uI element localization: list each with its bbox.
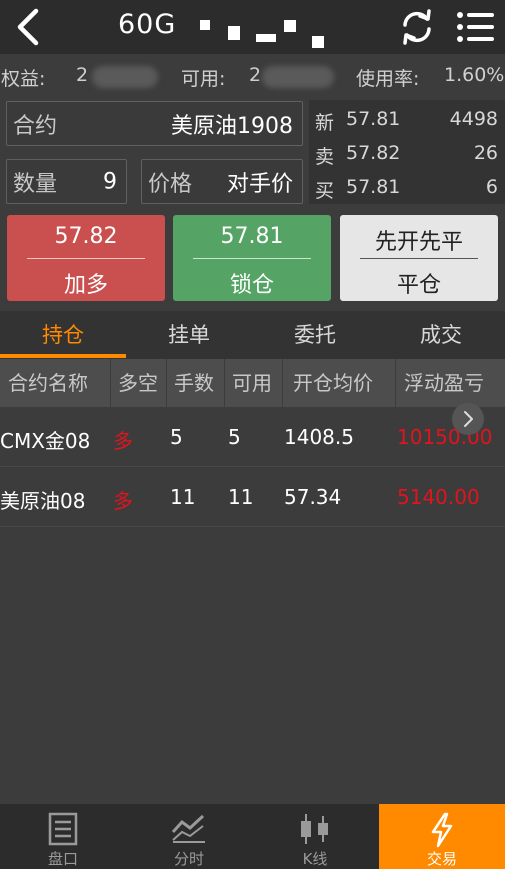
cell-pnl: 5140.00 bbox=[397, 485, 480, 509]
quote-row-bid: 买 57.81 6 bbox=[309, 170, 505, 204]
usage-label: 使用率: bbox=[356, 68, 420, 90]
col-contract: 合约名称 bbox=[0, 359, 111, 407]
col-available: 可用 bbox=[225, 359, 283, 407]
nav-label: K线 bbox=[302, 850, 328, 868]
active-tab-indicator bbox=[0, 354, 126, 358]
quote-label: 买 bbox=[315, 180, 335, 202]
available-redacted bbox=[262, 66, 334, 88]
nav-kline[interactable]: K线 bbox=[252, 804, 378, 869]
chevron-right-icon bbox=[464, 411, 473, 427]
page-title: 60G bbox=[118, 9, 177, 40]
close-label: 平仓 bbox=[396, 273, 441, 298]
refresh-icon[interactable] bbox=[398, 9, 436, 45]
quantity-field[interactable]: 数量 9 bbox=[6, 159, 127, 204]
nav-intraday[interactable]: 分时 bbox=[126, 804, 252, 869]
equity-label: 权益: bbox=[1, 68, 46, 90]
price-label: 价格 bbox=[148, 171, 193, 197]
quote-row-last: 新 57.81 4498 bbox=[309, 102, 505, 136]
tab-orders[interactable]: 委托 bbox=[252, 311, 378, 359]
cell-available: 11 bbox=[228, 485, 254, 509]
bottom-nav: 盘口 分时 K线 交易 bbox=[0, 804, 505, 869]
table-row[interactable]: CMX金08 多 5 5 1408.5 10150.00 bbox=[0, 407, 505, 467]
tab-trades[interactable]: 成交 bbox=[378, 311, 504, 359]
tab-bar: 持仓 挂单 委托 成交 bbox=[0, 311, 505, 359]
quote-price: 57.81 bbox=[346, 176, 401, 198]
cell-lots: 11 bbox=[170, 485, 196, 509]
quote-volume: 4498 bbox=[449, 108, 498, 130]
cell-avg-price: 1408.5 bbox=[284, 425, 354, 449]
tab-positions[interactable]: 持仓 bbox=[0, 311, 126, 359]
cell-contract: CMX金08 bbox=[0, 429, 91, 453]
price-field[interactable]: 价格 对手价 bbox=[141, 159, 303, 204]
nav-label: 盘口 bbox=[47, 850, 78, 868]
quantity-label: 数量 bbox=[13, 171, 58, 197]
nav-label: 交易 bbox=[426, 850, 457, 868]
col-side: 多空 bbox=[111, 359, 167, 407]
quote-panel: 新 57.81 4498 卖 57.82 26 买 57.81 6 bbox=[309, 100, 505, 204]
equity-value: 2 bbox=[76, 64, 89, 86]
nav-label: 分时 bbox=[173, 850, 204, 868]
col-pnl: 浮动盈亏 bbox=[404, 371, 484, 395]
quote-price: 57.82 bbox=[346, 142, 401, 164]
quote-volume: 26 bbox=[473, 142, 498, 164]
top-bar: 60G bbox=[0, 0, 505, 54]
usage-value: 1.60% bbox=[444, 64, 505, 86]
quote-volume: 6 bbox=[485, 176, 498, 198]
quote-row-ask: 卖 57.82 26 bbox=[309, 136, 505, 170]
available-label: 可用: bbox=[181, 68, 226, 90]
line-chart-icon bbox=[171, 814, 205, 843]
contract-value: 美原油1908 bbox=[171, 113, 293, 139]
col-avg-price: 开仓均价 bbox=[283, 359, 396, 407]
quote-price: 57.81 bbox=[346, 108, 401, 130]
buy-price: 57.82 bbox=[54, 224, 118, 249]
scroll-right-button[interactable] bbox=[452, 403, 484, 435]
nav-order-book[interactable]: 盘口 bbox=[0, 804, 126, 869]
col-lots: 手数 bbox=[167, 359, 225, 407]
divider bbox=[27, 258, 145, 259]
contract-field[interactable]: 合约 美原油1908 bbox=[6, 101, 303, 146]
menu-list-icon[interactable] bbox=[456, 10, 496, 44]
cell-available: 5 bbox=[228, 425, 241, 449]
cell-avg-price: 57.34 bbox=[284, 485, 342, 509]
cell-side: 多 bbox=[113, 489, 133, 513]
account-summary: 权益: 2 可用: 2 使用率: 1.60% bbox=[0, 54, 505, 96]
cell-lots: 5 bbox=[170, 425, 183, 449]
cell-side: 多 bbox=[113, 429, 133, 453]
divider bbox=[360, 258, 478, 259]
candlestick-icon bbox=[301, 814, 328, 844]
tab-pending-orders[interactable]: 挂单 bbox=[126, 311, 252, 359]
quantity-value: 9 bbox=[103, 169, 117, 194]
cell-contract: 美原油08 bbox=[0, 489, 86, 513]
close-mode: 先开先平 bbox=[374, 230, 463, 255]
lock-position-button[interactable]: 57.81 锁仓 bbox=[173, 215, 331, 301]
close-position-button[interactable]: 先开先平 平仓 bbox=[340, 215, 498, 301]
table-row[interactable]: 美原油08 多 11 11 57.34 5140.00 bbox=[0, 467, 505, 527]
lock-price: 57.81 bbox=[220, 224, 284, 249]
divider bbox=[193, 258, 311, 259]
positions-table-header: 合约名称 多空 手数 可用 开仓均价 浮动盈亏 bbox=[0, 359, 505, 407]
buy-long-button[interactable]: 57.82 加多 bbox=[7, 215, 165, 301]
buy-label: 加多 bbox=[63, 273, 108, 298]
order-book-icon bbox=[48, 812, 78, 846]
equity-redacted bbox=[92, 66, 158, 88]
back-arrow-icon[interactable] bbox=[12, 8, 44, 46]
quote-label: 新 bbox=[315, 112, 335, 134]
quote-label: 卖 bbox=[315, 146, 335, 168]
lock-label: 锁仓 bbox=[229, 273, 274, 298]
available-value: 2 bbox=[249, 64, 262, 86]
price-value: 对手价 bbox=[226, 171, 293, 197]
lightning-icon bbox=[431, 812, 453, 848]
nav-trade[interactable]: 交易 bbox=[379, 804, 505, 869]
contract-label: 合约 bbox=[13, 113, 58, 139]
